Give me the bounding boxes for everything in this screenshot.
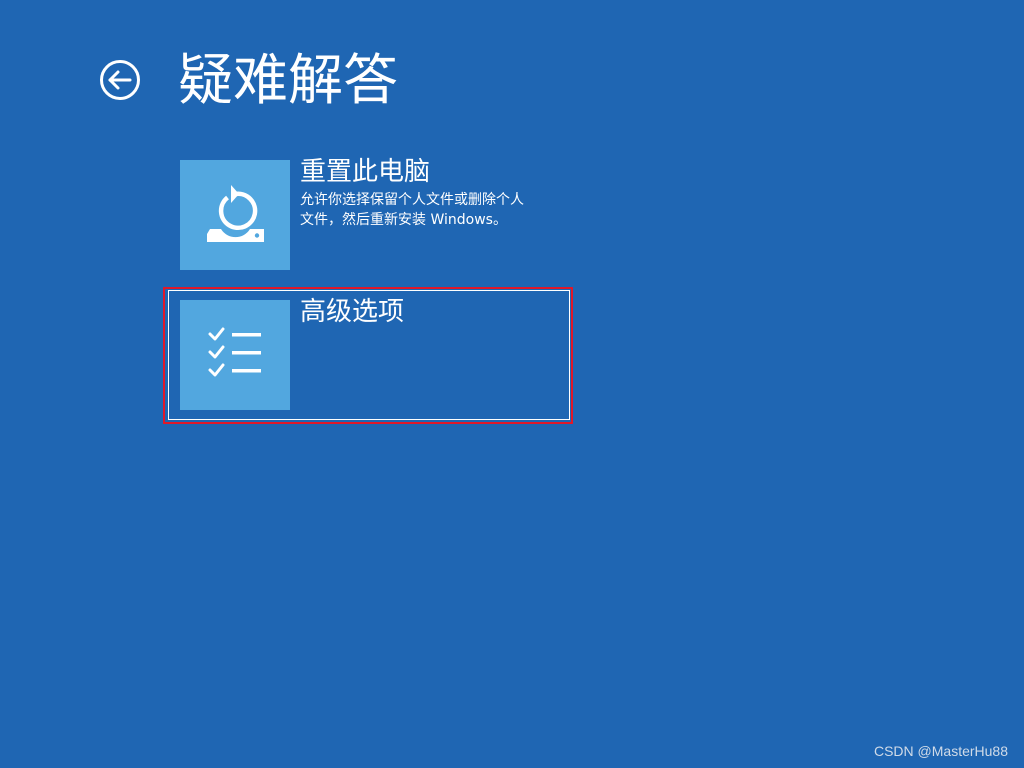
watermark: CSDN @MasterHu88	[873, 743, 1008, 759]
reset-pc-description: 允许你选择保留个人文件或删除个人 文件，然后重新安装 Windows。	[300, 190, 550, 230]
advanced-options-option[interactable]: 高级选项	[180, 297, 560, 410]
reset-pc-description-line-2: 文件，然后重新安装 Windows。	[300, 212, 507, 228]
reset-pc-description-line-1: 允许你选择保留个人文件或删除个人	[300, 192, 524, 208]
reset-pc-icon-box	[180, 160, 290, 270]
advanced-options-icon-box	[180, 300, 290, 410]
page-title: 疑难解答	[178, 48, 399, 112]
back-button[interactable]	[98, 58, 142, 102]
advanced-options-title: 高级选项	[300, 297, 405, 327]
back-arrow-circle-icon	[100, 60, 140, 100]
reset-pc-icon	[207, 185, 264, 242]
checklist-icon	[208, 327, 261, 377]
reset-pc-option[interactable]: 重置此电脑 允许你选择保留个人文件或删除个人 文件，然后重新安装 Windows…	[180, 157, 560, 270]
reset-pc-title: 重置此电脑	[300, 157, 431, 187]
